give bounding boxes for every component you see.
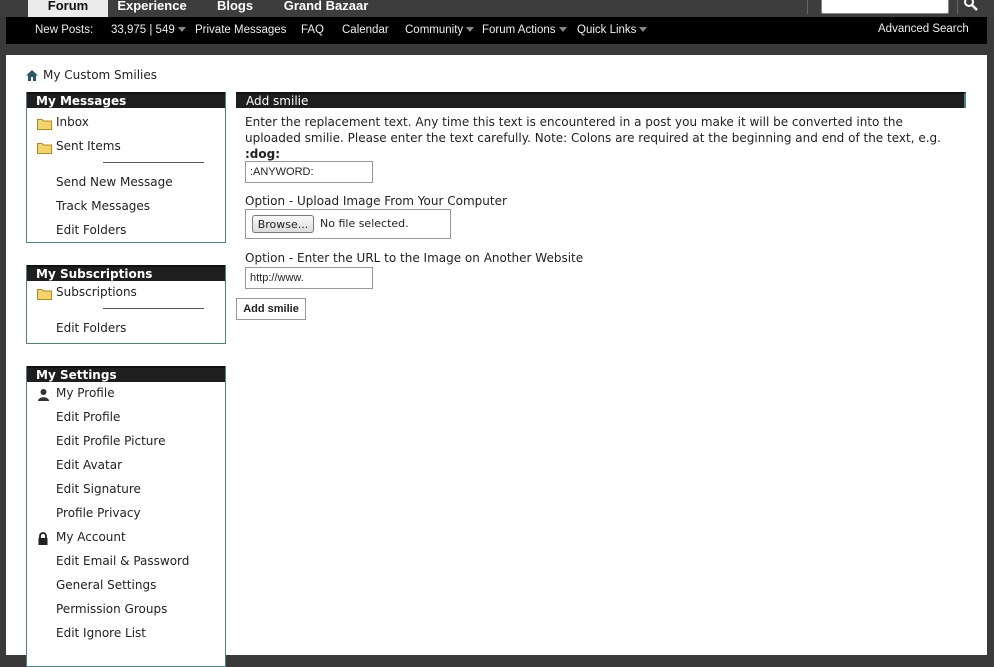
breadcrumb: My Custom Smilies [26,68,157,82]
divider [103,308,204,309]
divider [807,0,808,14]
my-messages-title: My Messages [27,92,225,108]
my-messages-block: My Messages Inbox Sent Items Send New Me… [26,92,226,243]
sidebar-item-label: Edit Ignore List [56,626,146,640]
sidebar-item-profile-privacy[interactable]: Profile Privacy [27,502,225,526]
description: Enter the replacement text. Any time thi… [245,114,945,162]
nav-forum-actions[interactable]: Forum Actions [482,24,567,36]
advanced-search-link[interactable]: Advanced Search [878,23,969,35]
nav-quick-links[interactable]: Quick Links [577,24,648,36]
chevron-down-icon [639,27,648,33]
sidebar-item-label: Edit Email & Password [56,554,190,568]
tab-experience-label: Experience [117,0,187,13]
sidebar-item-label: General Settings [56,578,157,592]
folder-icon [37,285,52,307]
nav-bar: New Posts: 33,975 | 549 Private Messages… [6,17,987,44]
sidebar-item-edit-signature[interactable]: Edit Signature [27,478,225,502]
sidebar-item-label: Inbox [56,115,89,129]
my-subscriptions-block: My Subscriptions Subscriptions Edit Fold… [26,265,226,344]
sidebar-item-label: Edit Folders [56,321,127,335]
sidebar-item-label: Edit Profile Picture [56,434,166,448]
sidebar-item-label: Send New Message [56,175,173,189]
file-status: No file selected. [320,217,409,230]
add-smilie-panel: Add smilie Enter the replacement text. A… [236,92,966,320]
breadcrumb-current: My Custom Smilies [43,68,157,82]
sidebar-item-label: Sent Items [56,139,121,153]
sidebar-item-edit-ignore-list[interactable]: Edit Ignore List [27,622,225,646]
file-upload-field: Browse... No file selected. [245,209,451,239]
search-button[interactable] [963,0,985,13]
sidebar-item-label: Subscriptions [56,285,137,299]
nav-community-label: Community [405,24,464,36]
my-settings-block: My Settings My Profile Edit Profile Edit… [26,366,226,667]
new-posts-count: 33,975 | 549 [111,24,175,36]
sidebar-item-subscriptions[interactable]: Subscriptions [27,281,225,305]
sidebar-item-edit-avatar[interactable]: Edit Avatar [27,454,225,478]
tab-blogs-label: Blogs [216,0,254,13]
nav-quick-links-label: Quick Links [577,24,637,36]
sidebar-item-edit-profile[interactable]: Edit Profile [27,406,225,430]
image-url-input[interactable] [245,267,373,289]
sidebar-item-label: Edit Folders [56,223,127,237]
search-icon [964,0,978,11]
nav-calendar[interactable]: Calendar [342,24,389,36]
sidebar-item-edit-folders[interactable]: Edit Folders [27,317,225,341]
sidebar-item-track-messages[interactable]: Track Messages [27,195,225,219]
new-posts-menu[interactable]: 33,975 | 549 [111,24,186,36]
sidebar-item-general-settings[interactable]: General Settings [27,574,225,598]
sidebar-item-edit-profile-picture[interactable]: Edit Profile Picture [27,430,225,454]
add-smilie-button[interactable]: Add smilie [236,298,306,320]
sidebar-item-label: My Profile [56,386,115,400]
sidebar-item-label: Edit Profile [56,410,121,424]
sidebar-item-sent-items[interactable]: Sent Items [27,135,225,159]
browse-button[interactable]: Browse... [252,215,314,233]
tab-forum-label: Forum [47,0,89,13]
nav-forum-actions-label: Forum Actions [482,24,556,36]
tab-experience[interactable]: Experience [112,0,192,17]
sidebar-item-label: Profile Privacy [56,506,141,520]
nav-faq[interactable]: FAQ [301,24,324,36]
chevron-down-icon [177,27,186,33]
my-subscriptions-title: My Subscriptions [27,265,225,281]
home-icon[interactable] [26,70,38,81]
example-text: :dog: [245,147,281,161]
tab-grand-bazaar[interactable]: Grand Bazaar [281,0,371,17]
tab-forum[interactable]: Forum [28,0,108,17]
folder-icon [37,139,52,161]
divider [103,162,204,163]
user-icon [37,386,50,408]
search-input[interactable] [821,0,949,14]
chevron-down-icon [558,27,567,33]
sidebar-item-label: Track Messages [56,199,151,213]
sidebar-item-my-profile[interactable]: My Profile [27,382,225,406]
sidebar-item-label: Permission Groups [56,602,168,616]
top-tab-bar: Forum Experience Blogs Grand Bazaar [0,0,994,17]
replacement-text-input[interactable] [245,161,373,183]
nav-community[interactable]: Community [405,24,475,36]
sidebar-item-edit-email-password[interactable]: Edit Email & Password [27,550,225,574]
divider [957,0,958,14]
page-content: My Custom Smilies My Messages Inbox Sent… [6,55,987,667]
tab-blogs[interactable]: Blogs [210,0,260,17]
sidebar-item-label: Edit Signature [56,482,141,496]
lock-icon [37,530,49,552]
nav-private-messages[interactable]: Private Messages [195,24,286,36]
panel-title: Add smilie [236,92,966,108]
sidebar-item-label: My Account [56,530,126,544]
tab-grand-bazaar-label: Grand Bazaar [283,0,369,13]
sidebar-item-permission-groups[interactable]: Permission Groups [27,598,225,622]
sidebar-item-edit-folders[interactable]: Edit Folders [27,219,225,243]
my-settings-title: My Settings [27,366,225,382]
url-label: Option - Enter the URL to the Image on A… [245,251,584,265]
upload-label: Option - Upload Image From Your Computer [245,194,507,208]
sidebar-item-send-new-message[interactable]: Send New Message [27,171,225,195]
sidebar-item-my-account[interactable]: My Account [27,526,225,550]
chevron-down-icon [466,27,475,33]
description-text: Enter the replacement text. Any time thi… [245,115,941,145]
new-posts-label: New Posts: [35,24,94,36]
folder-icon [37,115,52,137]
sidebar-item-label: Edit Avatar [56,458,123,472]
sidebar-item-inbox[interactable]: Inbox [27,111,225,135]
